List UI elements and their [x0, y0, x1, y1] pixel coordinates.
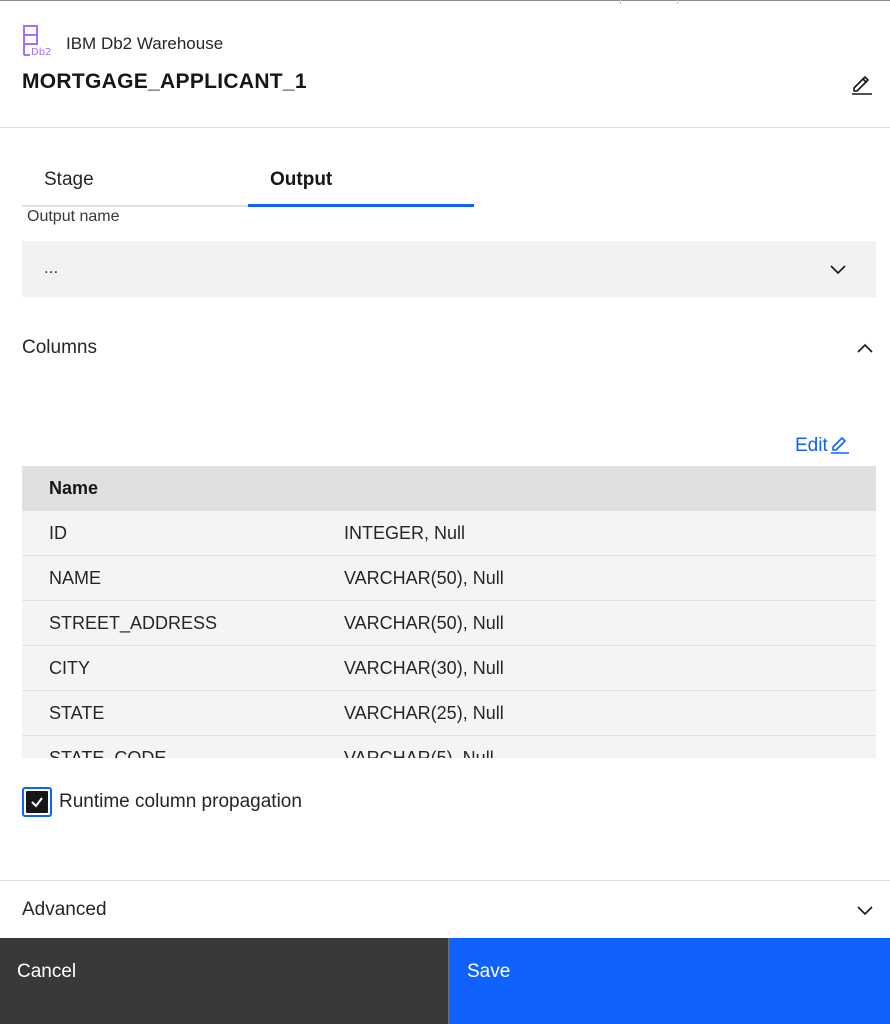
- runtime-propagation-label: Runtime column propagation: [59, 791, 302, 812]
- tab-stage[interactable]: Stage: [22, 158, 248, 207]
- product-name: IBM Db2 Warehouse: [66, 33, 224, 53]
- action-footer: Cancel Save: [0, 938, 890, 1024]
- column-type-cell: VARCHAR(30), Null: [344, 658, 504, 678]
- product-brand: Db2 IBM Db2 Warehouse: [22, 24, 223, 63]
- column-header-name: Name: [49, 478, 99, 498]
- chevron-down-icon: [854, 899, 876, 921]
- db2-icon: Db2: [22, 24, 56, 63]
- cancel-button[interactable]: Cancel: [0, 938, 449, 1024]
- tab-output[interactable]: Output: [248, 158, 474, 207]
- checkmark-icon: [26, 791, 48, 813]
- column-type-cell: VARCHAR(25), Null: [344, 703, 504, 723]
- save-button[interactable]: Save: [449, 938, 890, 1024]
- table-row: CITY VARCHAR(30), Null: [22, 646, 876, 691]
- checkbox-box[interactable]: [22, 787, 52, 817]
- tab-list: Stage Output: [22, 158, 474, 207]
- column-type-cell: INTEGER, Null: [344, 523, 466, 543]
- column-name-cell: STATE: [49, 703, 105, 723]
- edit-columns-link[interactable]: Edit: [795, 432, 851, 460]
- column-type-cell: VARCHAR(50), Null: [344, 613, 504, 633]
- table-row: STATE_CODE VARCHAR(5), Null: [22, 736, 876, 758]
- table-header: Name: [22, 466, 876, 511]
- columns-section-title: Columns: [22, 337, 97, 358]
- column-name-cell: ID: [49, 523, 67, 543]
- svg-text:Db2: Db2: [31, 47, 51, 58]
- table-row: ID INTEGER, Null: [22, 511, 876, 556]
- panel-header: Db2 IBM Db2 Warehouse MORTGAGE_APPLICANT…: [0, 4, 890, 128]
- table-row: STATE VARCHAR(25), Null: [22, 691, 876, 736]
- advanced-section-toggle[interactable]: Advanced: [0, 880, 890, 938]
- pencil-icon[interactable]: [850, 71, 874, 95]
- advanced-section-title: Advanced: [22, 899, 107, 920]
- table-row: STREET_ADDRESS VARCHAR(50), Null: [22, 601, 876, 646]
- output-name-label: Output name: [27, 208, 120, 225]
- edit-columns-label: Edit: [795, 435, 828, 456]
- column-name-cell: STATE_CODE: [49, 748, 167, 758]
- pencil-icon: [828, 432, 851, 460]
- output-name-select[interactable]: ...: [22, 241, 876, 297]
- column-name-cell: NAME: [49, 568, 102, 588]
- column-type-cell: VARCHAR(50), Null: [344, 568, 504, 588]
- output-name-value: ...: [44, 258, 59, 277]
- chevron-up-icon[interactable]: [854, 337, 876, 359]
- column-type-cell: VARCHAR(5), Null: [344, 748, 494, 758]
- column-name-cell: STREET_ADDRESS: [49, 613, 218, 633]
- columns-table[interactable]: Name ID INTEGER, Null NAME VARCHAR(50), …: [22, 466, 876, 758]
- runtime-propagation-checkbox[interactable]: Runtime column propagation: [22, 787, 302, 817]
- page-title: MORTGAGE_APPLICANT_1: [22, 70, 307, 93]
- column-name-cell: CITY: [49, 658, 91, 678]
- table-row: NAME VARCHAR(50), Null: [22, 556, 876, 601]
- chevron-down-icon: [828, 259, 848, 279]
